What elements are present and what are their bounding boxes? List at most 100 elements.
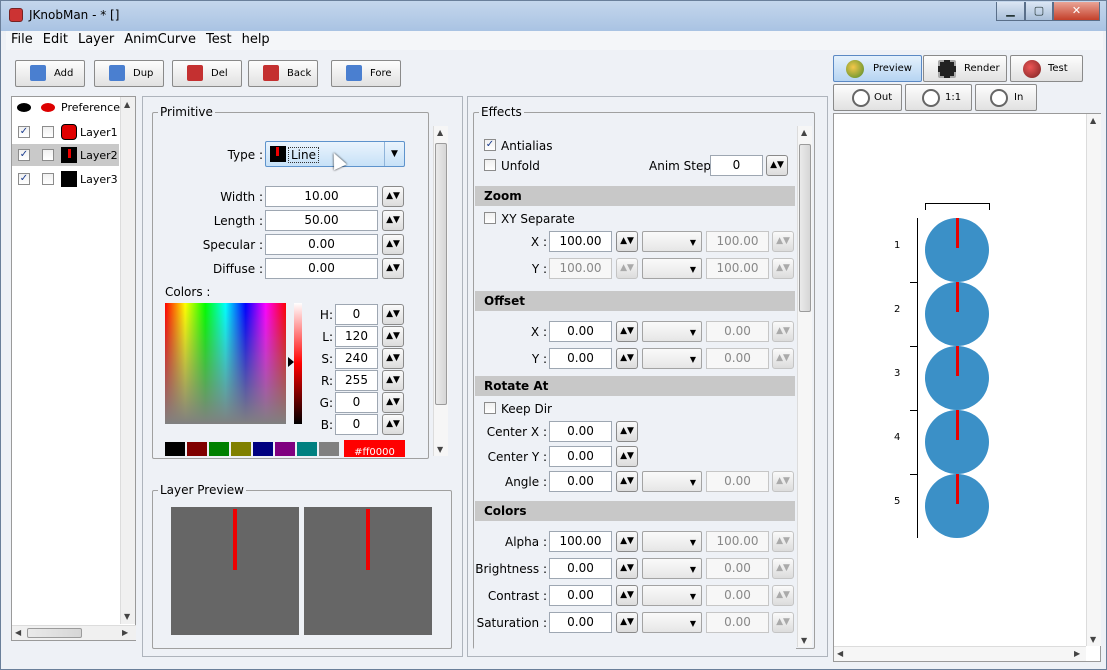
eye-icon[interactable]: [17, 103, 31, 112]
offset-x-field[interactable]: 0.00: [549, 321, 612, 342]
color-effect-spinner[interactable]: ▲▼: [616, 585, 638, 606]
anim-step-spinner[interactable]: ▲▼: [766, 155, 788, 176]
fore-button[interactable]: Fore: [331, 60, 401, 87]
menu-help[interactable]: help: [237, 31, 275, 48]
layer-row[interactable]: ✓ Layer2: [12, 144, 119, 166]
width-field[interactable]: 10.00: [265, 186, 378, 207]
layer-solo-checkbox[interactable]: [42, 173, 54, 185]
layer-list-scrollbar[interactable]: ▲ ▼: [120, 97, 135, 624]
color-effect-curve-select[interactable]: ▼: [642, 531, 702, 552]
menu-layer[interactable]: Layer: [73, 31, 119, 48]
diffuse-spinner[interactable]: ▲▼: [382, 258, 404, 279]
back-button[interactable]: Back: [248, 60, 318, 87]
offset-y-spinner[interactable]: ▲▼: [616, 348, 638, 369]
palette-swatch[interactable]: [275, 442, 295, 456]
specular-spinner[interactable]: ▲▼: [382, 234, 404, 255]
zoom-actual-button[interactable]: 1:1: [905, 84, 972, 111]
color-effect-field[interactable]: 0.00: [549, 558, 612, 579]
xy-separate-checkbox[interactable]: [484, 212, 496, 224]
s-field[interactable]: 240: [335, 348, 378, 369]
offset-y-curve-select[interactable]: ▼: [642, 348, 702, 369]
r-field[interactable]: 255: [335, 370, 378, 391]
test-button[interactable]: Test: [1010, 55, 1083, 82]
antialias-checkbox[interactable]: ✓: [484, 139, 496, 151]
g-spinner[interactable]: ▲▼: [382, 392, 404, 413]
color-effect-spinner[interactable]: ▲▼: [616, 612, 638, 633]
palette-swatch[interactable]: [253, 442, 273, 456]
length-spinner[interactable]: ▲▼: [382, 210, 404, 231]
minimize-button[interactable]: ▁: [996, 2, 1025, 21]
length-field[interactable]: 50.00: [265, 210, 378, 231]
h-field[interactable]: 0: [335, 304, 378, 325]
zoom-in-button[interactable]: In: [975, 84, 1037, 111]
palette-swatch[interactable]: [231, 442, 251, 456]
palette-swatch[interactable]: [297, 442, 317, 456]
center-y-field[interactable]: 0.00: [549, 446, 612, 467]
width-spinner[interactable]: ▲▼: [382, 186, 404, 207]
close-button[interactable]: ✕: [1053, 2, 1100, 21]
title-bar[interactable]: JKnobMan - * [] ▁ ▢ ✕: [1, 1, 1106, 31]
color-effect-field[interactable]: 0.00: [549, 585, 612, 606]
hex-color-swatch[interactable]: #ff0000: [344, 440, 405, 457]
primitive-scrollbar[interactable]: ▲ ▼: [433, 126, 448, 456]
layer-list-hscrollbar[interactable]: ◀ ▶: [12, 625, 136, 640]
anim-step-field[interactable]: 0: [710, 155, 763, 176]
color-picker[interactable]: [165, 303, 286, 424]
lightness-marker[interactable]: [288, 357, 294, 367]
render-button[interactable]: Render: [923, 55, 1007, 82]
g-field[interactable]: 0: [335, 392, 378, 413]
center-x-field[interactable]: 0.00: [549, 421, 612, 442]
preview-button[interactable]: Preview: [833, 55, 922, 82]
solo-eye-icon[interactable]: [41, 103, 55, 112]
layer-solo-checkbox[interactable]: [42, 149, 54, 161]
layer-visible-checkbox[interactable]: ✓: [18, 126, 30, 138]
menu-file[interactable]: File: [6, 31, 38, 48]
preview-hscrollbar[interactable]: ◀ ▶: [834, 646, 1086, 661]
keep-dir-checkbox[interactable]: [484, 402, 496, 414]
b-field[interactable]: 0: [335, 414, 378, 435]
effects-scrollbar[interactable]: ▲ ▼: [797, 126, 812, 647]
zoom-x-field[interactable]: 100.00: [549, 231, 612, 252]
menu-test[interactable]: Test: [201, 31, 237, 48]
color-effect-field[interactable]: 100.00: [549, 531, 612, 552]
zoom-x-spinner[interactable]: ▲▼: [616, 231, 638, 252]
layer-visible-checkbox[interactable]: ✓: [18, 149, 30, 161]
preference-label[interactable]: Preference: [61, 101, 120, 114]
specular-field[interactable]: 0.00: [265, 234, 378, 255]
dup-button[interactable]: Dup: [94, 60, 164, 87]
color-effect-curve-select[interactable]: ▼: [642, 558, 702, 579]
palette-swatch[interactable]: [319, 442, 339, 456]
r-spinner[interactable]: ▲▼: [382, 370, 404, 391]
zoom-x-curve-select[interactable]: ▼: [642, 231, 702, 252]
h-spinner[interactable]: ▲▼: [382, 304, 404, 325]
offset-y-field[interactable]: 0.00: [549, 348, 612, 369]
l-spinner[interactable]: ▲▼: [382, 326, 404, 347]
color-effect-spinner[interactable]: ▲▼: [616, 531, 638, 552]
angle-curve-select[interactable]: ▼: [642, 471, 702, 492]
menu-animcurve[interactable]: AnimCurve: [119, 31, 201, 48]
layer-visible-checkbox[interactable]: ✓: [18, 173, 30, 185]
color-effect-curve-select[interactable]: ▼: [642, 612, 702, 633]
menu-edit[interactable]: Edit: [38, 31, 73, 48]
palette-swatch[interactable]: [165, 442, 185, 456]
color-effect-field[interactable]: 0.00: [549, 612, 612, 633]
color-effect-curve-select[interactable]: ▼: [642, 585, 702, 606]
layer-row[interactable]: ✓ Layer1: [12, 121, 119, 143]
center-x-spinner[interactable]: ▲▼: [616, 421, 638, 442]
lightness-slider[interactable]: [294, 303, 302, 424]
del-button[interactable]: Del: [172, 60, 242, 87]
angle-field[interactable]: 0.00: [549, 471, 612, 492]
offset-x-curve-select[interactable]: ▼: [642, 321, 702, 342]
preview-scrollbar[interactable]: ▲ ▼: [1086, 114, 1101, 646]
palette-swatch[interactable]: [209, 442, 229, 456]
layer-row[interactable]: ✓ Layer3: [12, 168, 119, 190]
zoom-out-button[interactable]: Out: [833, 84, 902, 111]
offset-x-spinner[interactable]: ▲▼: [616, 321, 638, 342]
s-spinner[interactable]: ▲▼: [382, 348, 404, 369]
color-effect-spinner[interactable]: ▲▼: [616, 558, 638, 579]
l-field[interactable]: 120: [335, 326, 378, 347]
unfold-checkbox[interactable]: [484, 159, 496, 171]
angle-spinner[interactable]: ▲▼: [616, 471, 638, 492]
diffuse-field[interactable]: 0.00: [265, 258, 378, 279]
add-button[interactable]: Add: [15, 60, 85, 87]
